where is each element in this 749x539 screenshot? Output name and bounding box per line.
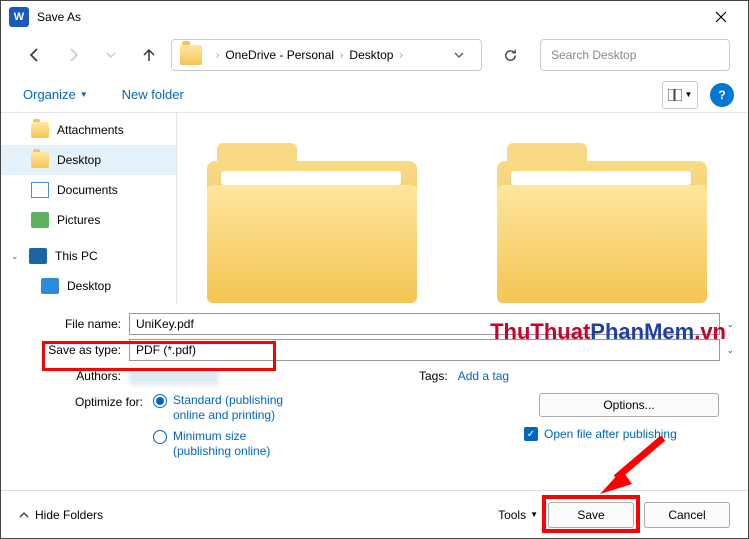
search-input[interactable]: Search Desktop (540, 39, 730, 71)
arrow-right-icon (65, 47, 81, 63)
arrow-left-icon (27, 47, 43, 63)
save-type-label: Save as type: (15, 343, 129, 357)
optimize-minimum-radio[interactable]: Minimum size(publishing online) (153, 429, 283, 459)
close-button[interactable] (698, 1, 744, 33)
chevron-down-icon (105, 49, 117, 61)
hide-folders-toggle[interactable]: Hide Folders (19, 508, 103, 522)
chevron-down-icon: ▼ (685, 90, 693, 99)
chevron-down-icon[interactable]: ⌄ (726, 319, 734, 330)
chevron-down-icon[interactable]: ⌄ (726, 345, 734, 356)
recent-button[interactable] (95, 39, 127, 71)
chevron-up-icon (19, 510, 29, 520)
save-type-select[interactable]: PDF (*.pdf) (129, 339, 720, 361)
address-bar[interactable]: › OneDrive - Personal › Desktop › (171, 39, 482, 71)
folder-icon (31, 152, 49, 168)
chevron-right-icon: › (340, 50, 343, 61)
sidebar-item-attachments[interactable]: Attachments (1, 115, 176, 145)
authors-value[interactable] (129, 369, 219, 385)
file-name-input[interactable]: UniKey.pdf (129, 313, 720, 335)
folder-icon (31, 122, 49, 138)
toolbar: Organize▼ New folder ▼ ? (1, 77, 748, 113)
arrow-up-icon (141, 47, 157, 63)
nav-sidebar: Attachments Desktop Documents Pictures ⌄… (1, 113, 177, 305)
sidebar-item-desktop[interactable]: Desktop (1, 145, 176, 175)
forward-button[interactable] (57, 39, 89, 71)
cancel-button[interactable]: Cancel (644, 502, 730, 528)
folder-icon (180, 45, 202, 65)
optimize-standard-radio[interactable]: Standard (publishingonline and printing) (153, 393, 283, 423)
tools-menu[interactable]: Tools ▼ (498, 508, 538, 522)
pc-icon (29, 248, 47, 264)
search-placeholder: Search Desktop (551, 48, 636, 62)
folder-item[interactable] (207, 143, 417, 303)
save-fields: File name: UniKey.pdf ⌄ Save as type: PD… (1, 305, 748, 363)
sidebar-item-label: Desktop (57, 153, 101, 167)
radio-checked-icon (153, 394, 167, 408)
breadcrumb-item[interactable]: OneDrive - Personal (225, 48, 334, 62)
chevron-down-icon: ▼ (530, 510, 538, 519)
monitor-icon (41, 278, 59, 294)
pictures-icon (31, 212, 49, 228)
authors-label: Authors: (15, 369, 129, 383)
view-layout-icon (668, 89, 682, 101)
optimize-label: Optimize for: (15, 393, 153, 459)
breadcrumb-item[interactable]: Desktop (349, 48, 393, 62)
word-app-icon: W (9, 7, 29, 27)
tags-label: Tags: (419, 369, 458, 383)
options-button[interactable]: Options... (539, 393, 719, 417)
document-icon (31, 182, 49, 198)
up-button[interactable] (133, 39, 165, 71)
window-title: Save As (37, 10, 81, 24)
chevron-down-icon (454, 50, 464, 60)
checkbox-checked-icon: ✓ (524, 427, 538, 441)
help-button[interactable]: ? (710, 83, 734, 107)
refresh-icon (503, 48, 518, 63)
radio-unchecked-icon (153, 430, 167, 444)
close-icon (715, 11, 727, 23)
view-options-button[interactable]: ▼ (662, 81, 698, 109)
sidebar-item-this-pc[interactable]: ⌄ This PC (1, 241, 176, 271)
file-name-label: File name: (15, 317, 129, 331)
chevron-right-icon: › (216, 50, 219, 61)
optimize-section: Optimize for: Standard (publishingonline… (1, 385, 748, 459)
folder-item[interactable] (497, 143, 707, 303)
save-button[interactable]: Save (548, 502, 634, 528)
chevron-right-icon: › (399, 50, 402, 61)
sidebar-item-label: Attachments (57, 123, 124, 137)
file-list[interactable] (177, 113, 748, 305)
open-after-checkbox[interactable]: ✓ Open file after publishing (524, 427, 677, 441)
add-tag-link[interactable]: Add a tag (458, 369, 509, 383)
back-button[interactable] (19, 39, 51, 71)
sidebar-item-label: This PC (55, 249, 98, 263)
sidebar-item-label: Desktop (67, 279, 111, 293)
explorer-body: Attachments Desktop Documents Pictures ⌄… (1, 113, 748, 305)
titlebar: W Save As (1, 1, 748, 33)
chevron-down-icon: ⌄ (11, 251, 21, 262)
new-folder-button[interactable]: New folder (114, 83, 192, 106)
metadata-row: Authors: Tags: Add a tag (1, 363, 748, 385)
navbar: › OneDrive - Personal › Desktop › Search… (1, 33, 748, 77)
sidebar-item-label: Pictures (57, 213, 100, 227)
refresh-button[interactable] (494, 39, 526, 71)
organize-menu[interactable]: Organize▼ (15, 83, 96, 106)
dialog-footer: Hide Folders Tools ▼ Save Cancel (1, 490, 748, 538)
sidebar-item-label: Documents (57, 183, 118, 197)
chevron-down-icon: ▼ (80, 90, 88, 99)
sidebar-item-documents[interactable]: Documents (1, 175, 176, 205)
sidebar-item-pictures[interactable]: Pictures (1, 205, 176, 235)
address-dropdown[interactable] (445, 50, 473, 60)
sidebar-item-pc-desktop[interactable]: Desktop (1, 271, 176, 301)
